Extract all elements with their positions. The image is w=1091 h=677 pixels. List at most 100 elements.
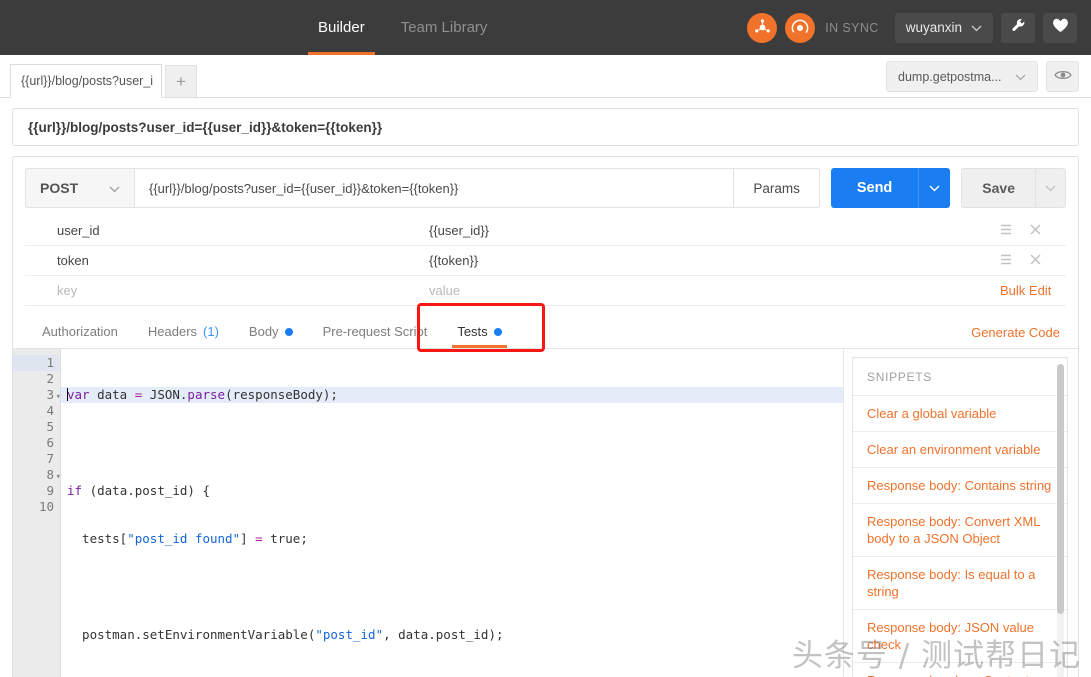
line-number: 6 xyxy=(13,435,60,451)
param-value-input-empty[interactable]: value xyxy=(417,276,986,306)
hamburger-icon[interactable] xyxy=(1000,224,1012,237)
plus-icon: + xyxy=(176,72,186,92)
line-number-text: 8 xyxy=(46,467,54,482)
list-item[interactable]: Response headers: Content-Type xyxy=(853,663,1067,677)
line-number-text: 1 xyxy=(46,355,54,370)
tab-authorization[interactable]: Authorization xyxy=(27,315,133,348)
table-row: token {{token}} xyxy=(25,246,1066,276)
param-key-input[interactable]: user_id xyxy=(25,216,417,246)
code-line: postman.setEnvironmentVariable("post_id"… xyxy=(67,627,843,643)
header-tab-builder[interactable]: Builder xyxy=(300,0,383,55)
line-number-text: 4 xyxy=(46,403,54,418)
table-row: user_id {{user_id}} xyxy=(25,216,1066,246)
code-line xyxy=(67,435,843,451)
list-item[interactable]: Response body: Contains string xyxy=(853,468,1067,504)
save-options-button[interactable] xyxy=(1036,168,1066,208)
code-line: tests["post_id found"] = true; xyxy=(67,531,843,547)
request-bar: POST {{url}}/blog/posts?user_id={{user_i… xyxy=(13,157,1078,208)
header-tab-builder-label: Builder xyxy=(318,19,365,36)
code-line xyxy=(67,579,843,595)
list-item[interactable]: Clear an environment variable xyxy=(853,432,1067,468)
request-tab[interactable]: {{url}}/blog/posts?user_i xyxy=(10,64,162,98)
body-dot-indicator xyxy=(285,328,293,336)
tab-authorization-label: Authorization xyxy=(42,324,118,339)
params-toggle-button[interactable]: Params xyxy=(734,168,820,208)
param-key-input[interactable]: token xyxy=(25,246,417,276)
eye-icon xyxy=(1054,68,1072,86)
user-menu-button[interactable]: wuyanxin xyxy=(895,13,993,43)
tab-tests[interactable]: Tests xyxy=(442,315,516,348)
param-key-input-empty[interactable]: key xyxy=(25,276,417,306)
favorites-heart-button[interactable] xyxy=(1043,13,1077,43)
http-method-selector[interactable]: POST xyxy=(25,168,135,208)
postman-logo-icon[interactable] xyxy=(747,13,777,43)
tab-pre-request-script-label: Pre-request Script xyxy=(323,324,428,339)
header-tab-team-library-label: Team Library xyxy=(401,19,488,36)
list-item[interactable]: Response body: JSON value check xyxy=(853,610,1067,663)
param-value-text: {{token}} xyxy=(429,253,478,268)
line-number-text: 6 xyxy=(46,435,54,450)
list-item[interactable]: Clear a global variable xyxy=(853,396,1067,432)
send-button[interactable]: Send xyxy=(831,168,918,208)
table-row: key value Bulk Edit xyxy=(25,276,1066,306)
save-button[interactable]: Save xyxy=(961,168,1036,208)
environment-selector[interactable]: dump.getpostma... xyxy=(886,61,1038,92)
send-options-button[interactable] xyxy=(918,168,950,208)
sync-orb-icon[interactable] xyxy=(785,13,815,43)
url-display-text: {{url}}/blog/posts?user_id={{user_id}}&t… xyxy=(28,120,382,135)
param-key-text: token xyxy=(57,253,89,268)
tab-body[interactable]: Body xyxy=(234,315,308,348)
environment-quicklook-button[interactable] xyxy=(1046,61,1079,92)
new-tab-button[interactable]: + xyxy=(165,65,197,97)
app-header: Builder Team Library IN SYNC wuyanxin xyxy=(0,0,1091,55)
hamburger-icon[interactable] xyxy=(1000,254,1012,267)
list-item[interactable]: Response body: Convert XML body to a JSO… xyxy=(853,504,1067,557)
list-item[interactable]: Response body: Is equal to a string xyxy=(853,557,1067,610)
chevron-down-icon xyxy=(1045,179,1056,197)
param-row-actions xyxy=(986,246,1066,276)
send-button-group: Send xyxy=(831,168,950,208)
param-row-actions xyxy=(986,216,1066,246)
line-number-text: 5 xyxy=(46,419,54,434)
tab-pre-request-script[interactable]: Pre-request Script xyxy=(308,315,443,348)
line-number-text: 2 xyxy=(46,371,54,386)
code-line: var data = JSON.parse(responseBody); xyxy=(61,387,843,403)
param-value-text: {{user_id}} xyxy=(429,223,489,238)
snippets-scrollbar-thumb[interactable] xyxy=(1057,364,1064,614)
param-key-placeholder: key xyxy=(57,283,77,298)
line-number-text: 10 xyxy=(39,499,54,514)
close-icon[interactable] xyxy=(1030,224,1041,237)
request-tab-label: {{url}}/blog/posts?user_i xyxy=(21,74,153,88)
line-number-gutter: 1 2 ▾3 4 5 6 7 ▾8 9 10 xyxy=(13,349,61,677)
param-value-input[interactable]: {{user_id}} xyxy=(417,216,986,246)
snippets-list: Clear a global variable Clear an environ… xyxy=(853,396,1067,677)
line-number: 4 xyxy=(13,403,60,419)
chevron-down-icon xyxy=(971,20,982,35)
param-value-input[interactable]: {{token}} xyxy=(417,246,986,276)
chevron-down-icon xyxy=(1015,70,1026,84)
url-display-bar[interactable]: {{url}}/blog/posts?user_id={{user_id}}&t… xyxy=(12,108,1079,146)
tests-editor-area: 1 2 ▾3 4 5 6 7 ▾8 9 10 var data = JSON.p… xyxy=(13,349,1078,677)
close-icon[interactable] xyxy=(1030,254,1041,267)
line-number-text: 3 xyxy=(46,387,54,402)
params-table: user_id {{user_id}} token {{token}} xyxy=(13,208,1078,306)
sync-status-label: IN SYNC xyxy=(825,21,879,35)
code-line: if (data.post_id) { xyxy=(67,483,843,499)
heart-icon xyxy=(1052,17,1069,38)
code-content[interactable]: var data = JSON.parse(responseBody); if … xyxy=(61,349,843,677)
bulk-edit-link[interactable]: Bulk Edit xyxy=(1000,283,1051,298)
params-toggle-label: Params xyxy=(753,181,800,196)
generate-code-link[interactable]: Generate Code xyxy=(971,325,1078,348)
user-name-label: wuyanxin xyxy=(906,20,962,35)
settings-wrench-button[interactable] xyxy=(1001,13,1035,43)
tab-headers[interactable]: Headers (1) xyxy=(133,315,234,348)
chevron-down-icon xyxy=(929,179,940,197)
environment-controls: dump.getpostma... xyxy=(886,61,1091,97)
header-tab-team-library[interactable]: Team Library xyxy=(383,0,506,55)
line-number: 2 xyxy=(13,371,60,387)
line-number: ▾8 xyxy=(13,467,60,483)
code-editor[interactable]: 1 2 ▾3 4 5 6 7 ▾8 9 10 var data = JSON.p… xyxy=(13,349,844,677)
line-number: 5 xyxy=(13,419,60,435)
request-url-input[interactable]: {{url}}/blog/posts?user_id={{user_id}}&t… xyxy=(135,168,734,208)
url-display-wrapper: {{url}}/blog/posts?user_id={{user_id}}&t… xyxy=(0,98,1091,146)
